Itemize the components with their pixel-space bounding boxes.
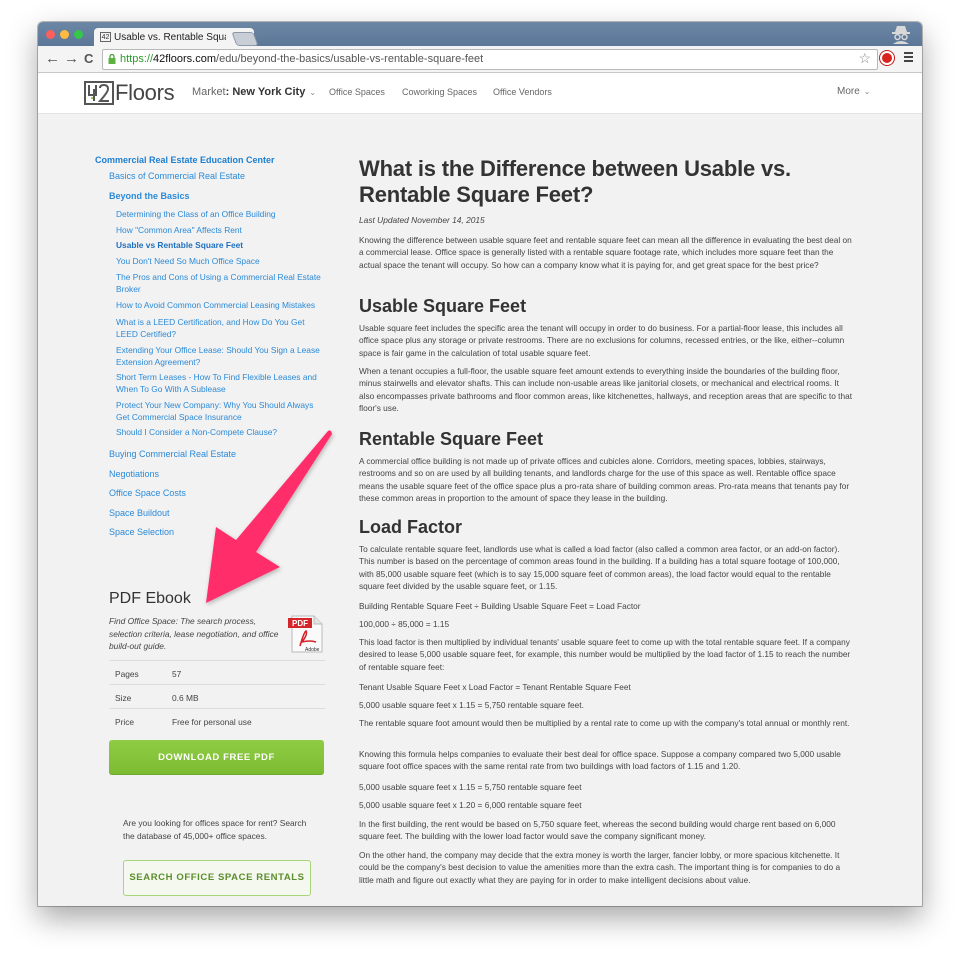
sidebar-section-link[interactable]: Office Space Costs	[109, 488, 186, 498]
more-label: More	[837, 86, 860, 97]
article-paragraph: On the other hand, the company may decid…	[359, 850, 841, 885]
tab-title: Usable vs. Rentable Square Feet	[114, 32, 226, 43]
zoom-window-button[interactable]	[74, 30, 83, 39]
info-value: 0.6 MB	[172, 693, 199, 703]
logo-mark-icon	[84, 81, 114, 105]
formula-example: 5,000 usable square feet x 1.15 = 5,750 …	[359, 782, 582, 792]
info-key: Price	[115, 717, 135, 727]
article-title: What is the Difference between Usable vs…	[359, 156, 791, 207]
last-updated: Last Updated November 14, 2015	[359, 215, 485, 225]
minimize-window-button[interactable]	[60, 30, 69, 39]
ebook-info-row: Size 0.6 MB	[109, 684, 325, 709]
close-window-button[interactable]	[46, 30, 55, 39]
article-paragraph: A commercial office building is not made…	[359, 456, 850, 504]
article-paragraph: Knowing this formula helps companies to …	[359, 749, 841, 772]
info-key: Size	[115, 693, 132, 703]
market-value: New York City	[232, 86, 306, 98]
formula-example: 5,000 usable square feet x 1.15 = 5,750 …	[359, 700, 584, 710]
url-text: https://42floors.com/edu/beyond-the-basi…	[120, 53, 483, 65]
info-value: Free for personal use	[172, 717, 252, 727]
sidebar-item[interactable]: Should I Consider a Non-Compete Clause?	[116, 427, 277, 437]
browser-titlebar: 42 Usable vs. Rentable Square Feet ×	[38, 22, 922, 47]
market-label: Market	[192, 86, 226, 98]
formula-example: 5,000 usable square feet x 1.20 = 6,000 …	[359, 800, 582, 810]
sidebar-item[interactable]: What is a LEED Certification, and How Do…	[116, 316, 326, 340]
info-key: Pages	[115, 669, 139, 679]
logo-text: Floors	[115, 80, 175, 105]
pdf-icon-brand: Adobe	[305, 647, 320, 653]
site-header: Floors Market: New York City ⌄ Office Spa…	[38, 73, 922, 114]
sidebar-item[interactable]: How to Avoid Common Commercial Leasing M…	[116, 300, 315, 310]
ebook-info-row: Price Free for personal use	[109, 708, 325, 733]
sidebar-section-link[interactable]: Buying Commercial Real Estate	[109, 449, 236, 459]
article-paragraph: In the first building, the rent would be…	[359, 819, 836, 842]
section-heading: Rentable Square Feet	[359, 429, 544, 449]
ebook-description: Find Office Space: The search process, s…	[109, 616, 279, 651]
sidebar-item[interactable]: The Pros and Cons of Using a Commercial …	[116, 271, 326, 295]
browser-toolbar: ← → C https://42floors.com/edu/beyond-th…	[38, 46, 922, 73]
ebook-info-row: Pages 57	[109, 660, 325, 685]
market-selector[interactable]: Market: New York City ⌄	[192, 86, 316, 98]
reload-button[interactable]: C	[84, 49, 93, 69]
browser-tab[interactable]: 42 Usable vs. Rentable Square Feet ×	[94, 28, 254, 47]
address-bar[interactable]: https://42floors.com/edu/beyond-the-basi…	[102, 49, 878, 70]
chevron-down-icon: ⌄	[863, 87, 871, 96]
section-heading: Usable Square Feet	[359, 296, 527, 316]
sidebar-root-link[interactable]: Commercial Real Estate Education Center	[95, 155, 275, 165]
formula: Tenant Usable Square Feet x Load Factor …	[359, 682, 631, 692]
search-office-rentals-button[interactable]: SEARCH OFFICE SPACE RENTALS	[123, 860, 311, 896]
pdf-icon-label: PDF	[292, 619, 308, 628]
back-button[interactable]: ←	[45, 49, 60, 69]
nav-coworking-spaces[interactable]: Coworking Spaces	[402, 87, 477, 97]
sidebar-beyond-link[interactable]: Beyond the Basics	[109, 191, 190, 201]
sidebar-item[interactable]: Extending Your Office Lease: Should You …	[116, 344, 326, 368]
sidebar-basics-link[interactable]: Basics of Commercial Real Estate	[109, 171, 245, 181]
sidebar-item[interactable]: Determining the Class of an Office Build…	[116, 209, 276, 219]
favicon-icon: 42	[100, 32, 111, 42]
url-scheme: https://	[120, 53, 154, 65]
formula: Building Rentable Square Feet ÷ Building…	[359, 601, 641, 611]
site-logo[interactable]: Floors	[84, 80, 175, 106]
nav-office-vendors[interactable]: Office Vendors	[493, 87, 552, 97]
section-heading: Load Factor	[359, 517, 463, 537]
incognito-icon	[892, 26, 910, 44]
download-pdf-button[interactable]: DOWNLOAD FREE PDF	[109, 740, 324, 775]
info-value: 57	[172, 669, 182, 679]
browser-window: 42 Usable vs. Rentable Square Feet × ← →…	[38, 22, 922, 906]
sidebar-item-active[interactable]: Usable vs Rentable Square Feet	[116, 240, 243, 250]
formula-example: 100,000 ÷ 85,000 = 1.15	[359, 619, 450, 629]
lock-icon	[108, 54, 116, 64]
article-paragraph: Knowing the difference between usable sq…	[359, 235, 852, 270]
new-tab-button[interactable]	[231, 32, 259, 46]
nav-office-spaces[interactable]: Office Spaces	[329, 87, 385, 97]
article-paragraph: To calculate rentable square feet, landl…	[359, 544, 840, 592]
article-paragraph: This load factor is then multiplied by i…	[359, 637, 851, 672]
extension-icon[interactable]	[880, 51, 894, 65]
menu-icon[interactable]	[904, 52, 913, 64]
nav-more[interactable]: More ⌄	[837, 86, 871, 97]
sidebar-item[interactable]: Protect Your New Company: Why You Should…	[116, 399, 326, 423]
ebook-title: PDF Ebook	[109, 590, 191, 607]
url-host: 42floors.com	[153, 53, 217, 65]
bookmark-star-icon[interactable]: ☆	[858, 50, 871, 67]
sidebar-section-link[interactable]: Space Buildout	[109, 508, 170, 518]
sidebar-item[interactable]: You Don't Need So Much Office Space	[116, 256, 260, 266]
chevron-down-icon: ⌄	[309, 88, 317, 97]
sidebar-section-link[interactable]: Space Selection	[109, 527, 174, 537]
url-path: /edu/beyond-the-basics/usable-vs-rentabl…	[216, 53, 484, 65]
sidebar-item[interactable]: How "Common Area" Affects Rent	[116, 225, 242, 235]
article-paragraph: Usable square feet includes the specific…	[359, 323, 845, 358]
article-paragraph: The rentable square foot amount would th…	[359, 718, 850, 728]
sidebar-item[interactable]: Short Term Leases - How To Find Flexible…	[116, 371, 326, 395]
article-paragraph: When a tenant occupies a full-floor, the…	[359, 366, 853, 414]
pdf-file-icon: PDF Adobe	[288, 615, 323, 653]
forward-button[interactable]: →	[64, 49, 79, 69]
sidebar-section-link[interactable]: Negotiations	[109, 469, 159, 479]
promo-text: Are you looking for offices space for re…	[123, 818, 307, 841]
